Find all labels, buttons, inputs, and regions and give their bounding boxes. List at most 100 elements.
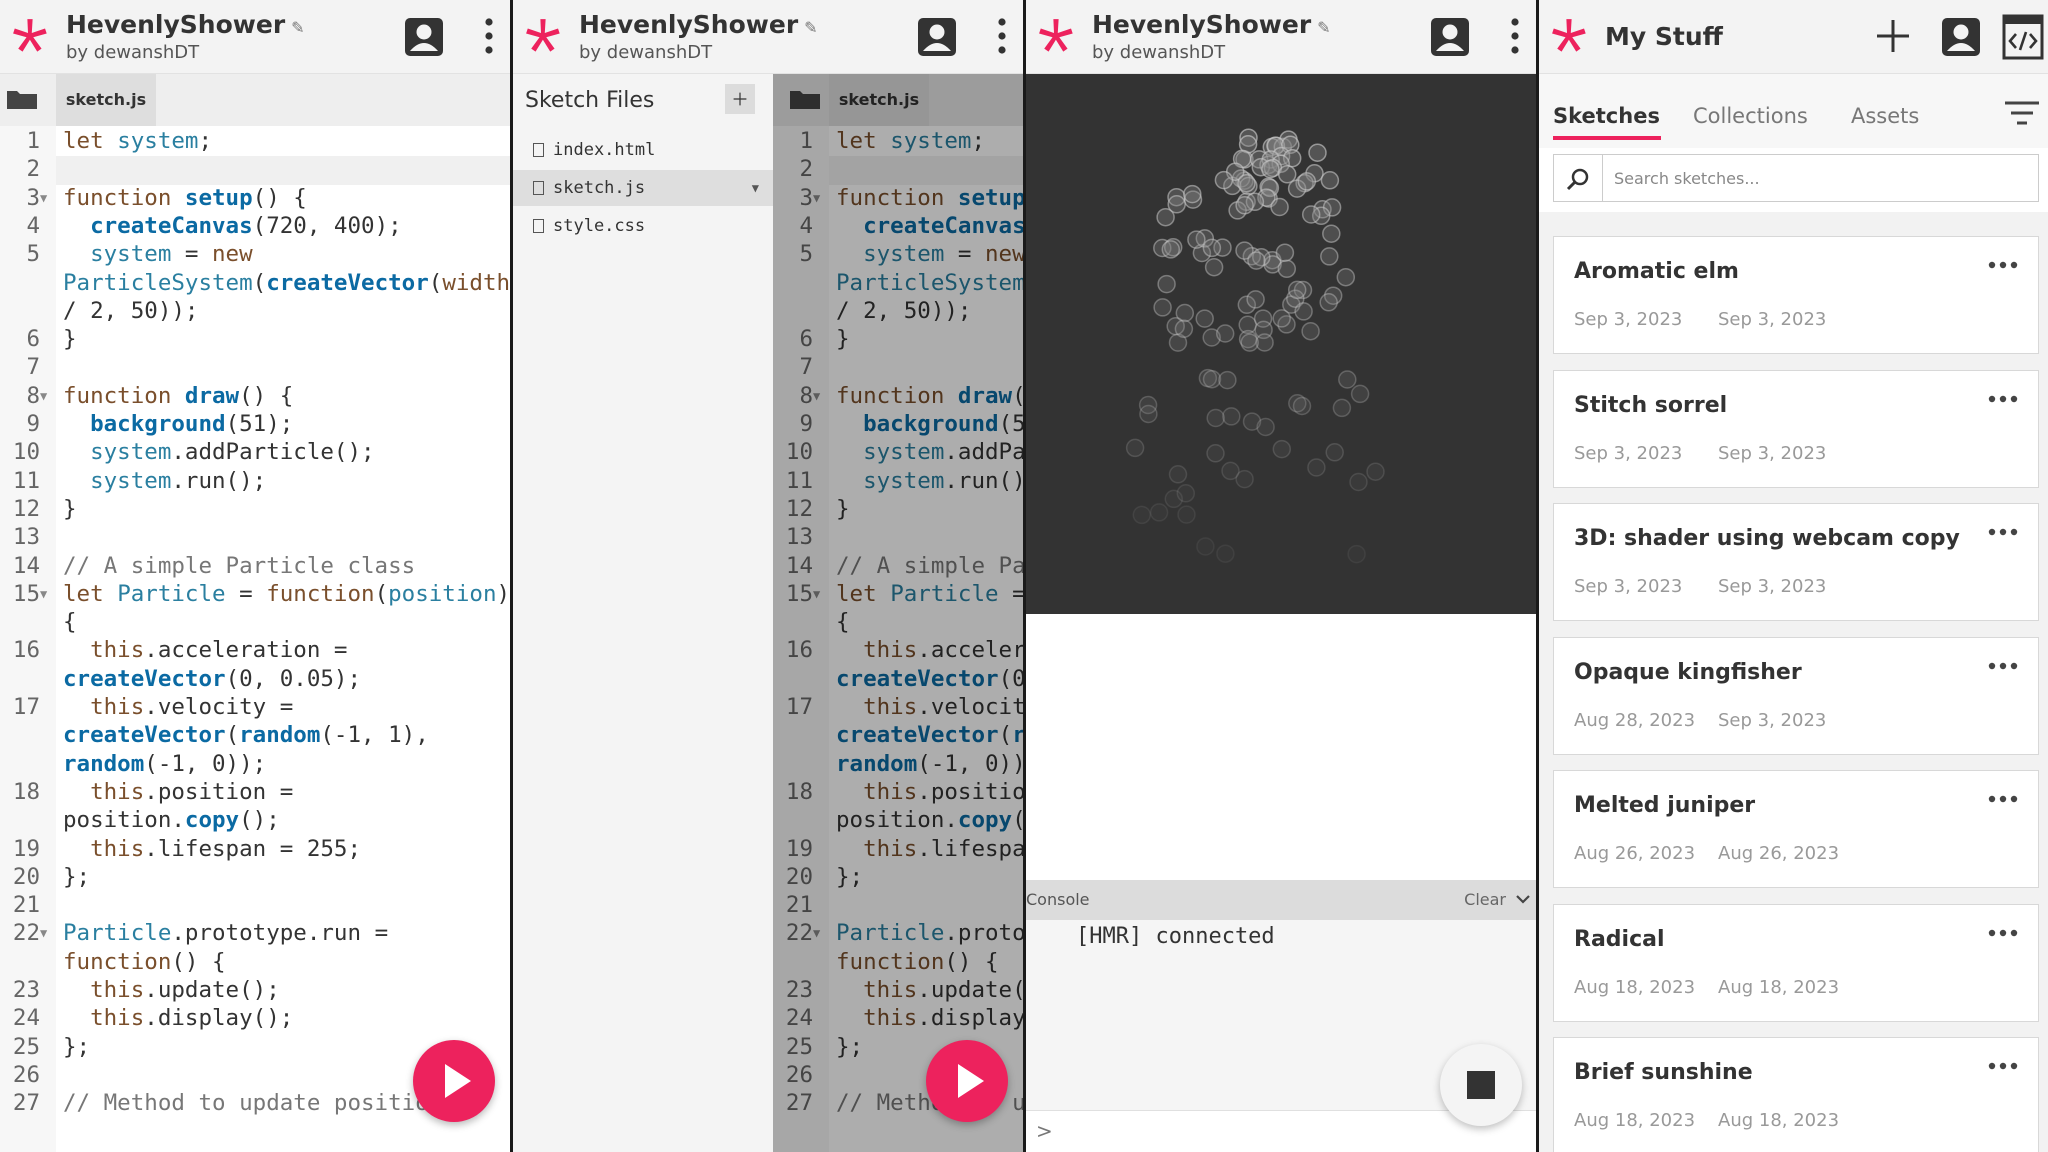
code-token: createVector (266, 269, 429, 296)
search-divider (1602, 155, 1603, 201)
sketch-name: Stitch sorrel (1574, 392, 1728, 418)
sketch-card[interactable]: 3D: shader using webcam copy Sep 3, 2023 S… (1553, 503, 2039, 621)
file-name: index.html (553, 140, 656, 160)
ellipsis-icon[interactable] (1988, 795, 2018, 803)
filter-icon[interactable] (2005, 100, 2039, 126)
pencil-icon[interactable]: ✎ (804, 18, 817, 37)
project-title[interactable]: HevenlyShower ✎ (1092, 10, 1331, 39)
console-clear-button[interactable]: Clear (1464, 890, 1506, 909)
sidebar-file-item[interactable]: style.css (513, 208, 773, 244)
particle (1204, 257, 1224, 277)
sketch-card[interactable]: Melted juniper Aug 26, 2023 Aug 26, 2023 (1553, 770, 2039, 888)
tab-collections[interactable]: Collections (1693, 104, 1808, 128)
line-number: 6 (26, 326, 40, 353)
line-number: 9 (26, 411, 40, 437)
p5-asterisk-icon[interactable] (9, 17, 51, 59)
avatar-icon[interactable] (1430, 17, 1470, 57)
project-title[interactable]: HevenlyShower ✎ (579, 10, 818, 39)
pencil-icon[interactable]: ✎ (291, 18, 304, 37)
code-token: background (90, 411, 226, 437)
sketch-card[interactable]: Brief sunshine Aug 18, 2023 Aug 18, 2023 (1553, 1037, 2039, 1152)
code-token: copy (184, 807, 240, 834)
project-owner[interactable]: by dewanshDT (579, 42, 712, 63)
kebab-menu-icon[interactable] (995, 16, 1009, 56)
editor-header: HevenlyShower ✎ by dewanshDT (0, 0, 510, 74)
code-token: Particle (63, 920, 172, 947)
code-token: random (63, 750, 145, 777)
play-button[interactable] (926, 1040, 1008, 1122)
code-line: function() { (63, 949, 226, 975)
sketch-created-date: Sep 3, 2023 (1574, 442, 1683, 464)
particle (1366, 462, 1385, 481)
p5-asterisk-icon[interactable] (1548, 17, 1590, 59)
particle (1349, 472, 1368, 492)
sketch-card[interactable]: Radical Aug 18, 2023 Aug 18, 2023 (1553, 903, 2039, 1022)
project-title-text: HevenlyShower (1092, 10, 1312, 39)
sidebar-file-item[interactable]: sketch.js ▼ (513, 170, 773, 206)
pencil-icon[interactable]: ✎ (1317, 18, 1330, 37)
particle (1187, 230, 1206, 249)
avatar-icon[interactable] (1941, 17, 1981, 57)
plus-icon[interactable] (1873, 16, 1913, 56)
code-embed-icon[interactable] (2002, 14, 2044, 60)
ellipsis-icon[interactable] (1988, 1062, 2018, 1070)
code-token: () { (252, 184, 307, 211)
ellipsis-icon[interactable] (1988, 929, 2018, 937)
tab-sketch-js[interactable]: sketch.js (56, 74, 156, 126)
sidebar-file-item[interactable]: index.html (513, 132, 773, 168)
ellipsis-icon[interactable] (1988, 261, 2018, 269)
line-number: 11 (12, 467, 40, 494)
p5-asterisk-icon[interactable] (522, 17, 564, 59)
console-prompt: > (1036, 1119, 1053, 1143)
sketch-card[interactable]: Aromatic elm Sep 3, 2023 Sep 3, 2023 (1553, 236, 2039, 354)
stop-button[interactable] (1440, 1044, 1522, 1126)
sketch-name: Radical (1574, 926, 1665, 952)
code-line: ParticleSystem(createVector(width (63, 270, 510, 296)
code-line: // A simple Particle class (63, 553, 415, 579)
avatar-icon[interactable] (917, 17, 957, 57)
particle (1332, 398, 1352, 418)
search-icon (1566, 168, 1589, 191)
file-options-icon[interactable]: ▼ (752, 170, 759, 206)
play-button[interactable] (413, 1040, 495, 1122)
code-line: position.copy(); (63, 807, 280, 833)
code-editor[interactable]: 1let system;23▼function setup() {4 creat… (0, 126, 510, 1152)
line-number: 18 (12, 778, 40, 805)
sketch-canvas[interactable] (1026, 74, 1536, 614)
kebab-menu-icon[interactable] (1508, 16, 1522, 56)
sketch-card[interactable]: Opaque kingfisher Aug 28, 2023 Sep 3, 2023 (1553, 636, 2039, 755)
tab-sketches[interactable]: Sketches (1553, 104, 1660, 128)
sketch-card[interactable]: Stitch sorrel Sep 3, 2023 Sep 3, 2023 (1553, 369, 2039, 488)
chevron-down-icon[interactable] (1516, 892, 1530, 906)
particle (1202, 238, 1222, 258)
folder-icon[interactable] (6, 88, 38, 110)
avatar-icon[interactable] (404, 17, 444, 57)
add-file-button[interactable] (725, 84, 755, 114)
tab-assets[interactable]: Assets (1851, 104, 1919, 128)
search-placeholder: Search sketches... (1614, 169, 1760, 188)
kebab-menu-icon[interactable] (482, 16, 496, 56)
particle (1161, 240, 1181, 259)
code-line: system.run(); (63, 468, 266, 494)
line-number: 12 (12, 495, 40, 522)
p5-asterisk-icon[interactable] (1035, 17, 1077, 59)
project-title[interactable]: HevenlyShower ✎ (66, 10, 305, 39)
particle (1287, 280, 1307, 300)
ellipsis-icon[interactable] (1988, 528, 2018, 536)
project-owner[interactable]: by dewanshDT (66, 42, 199, 63)
file-icon (533, 219, 544, 233)
sidebar-overlay[interactable] (773, 74, 1023, 1152)
project-owner[interactable]: by dewanshDT (1092, 42, 1225, 63)
search-field[interactable]: Search sketches... (1553, 154, 2039, 202)
line-number: 19 (12, 835, 40, 862)
particle (1202, 369, 1222, 389)
files-header: HevenlyShower ✎ by dewanshDT (513, 0, 1023, 74)
ellipsis-icon[interactable] (1988, 662, 2018, 670)
code-token: }; (63, 1033, 91, 1060)
ellipsis-icon[interactable] (1988, 395, 2018, 403)
